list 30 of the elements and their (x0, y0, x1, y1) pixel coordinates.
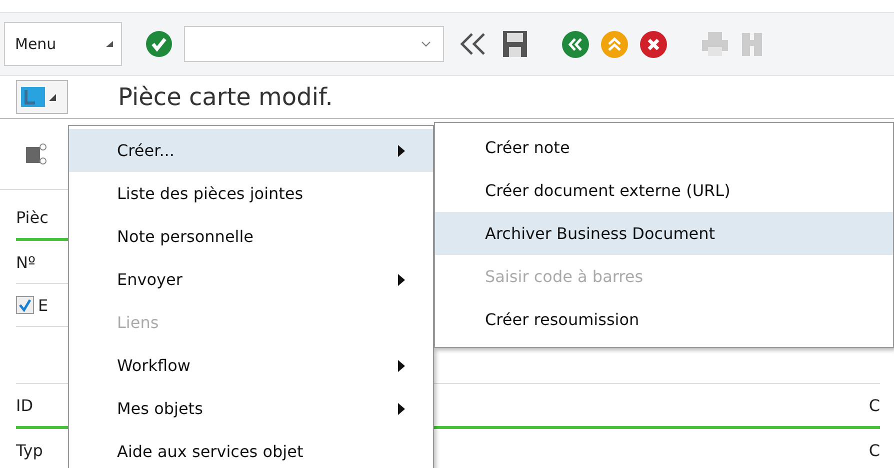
menu-item[interactable]: Créer... (69, 129, 433, 172)
menu-item[interactable]: Créer resoumission (435, 298, 893, 341)
checkbox-label: E (38, 296, 48, 314)
menu-item[interactable]: Mes objets (69, 387, 433, 430)
menu-item[interactable]: Note personnelle (69, 215, 433, 258)
field-label: Pièc (16, 208, 48, 226)
field-label: ID (16, 396, 34, 414)
command-field[interactable] (184, 26, 444, 62)
check-icon[interactable] (146, 31, 172, 57)
menu-item[interactable]: Workflow (69, 344, 433, 387)
menu-button[interactable]: Menu (4, 22, 122, 66)
cancel-icon[interactable] (640, 30, 667, 58)
menu-item[interactable]: Liste des pièces jointes (69, 172, 433, 215)
menu-item[interactable]: Aide aux services objet (69, 430, 433, 468)
save-icon[interactable] (502, 30, 528, 58)
caret-icon (105, 40, 113, 48)
menu-item[interactable]: Envoyer (69, 258, 433, 301)
chevron-down-icon (421, 40, 431, 48)
menu-item[interactable]: Créer note (435, 126, 893, 169)
caret-icon (49, 94, 56, 100)
back-icon[interactable] (562, 30, 589, 58)
field-label: Typ (16, 440, 43, 460)
menu-item[interactable]: Archiver Business Document (435, 212, 893, 255)
field-label: Nº (16, 252, 36, 272)
checkbox[interactable] (16, 296, 34, 314)
object-services-button[interactable] (16, 80, 68, 114)
field-label: C (868, 440, 880, 460)
screen-title: Pièce carte modif. (118, 83, 333, 111)
menu-item[interactable]: Créer document externe (URL) (435, 169, 893, 212)
field-label: C (868, 396, 880, 414)
